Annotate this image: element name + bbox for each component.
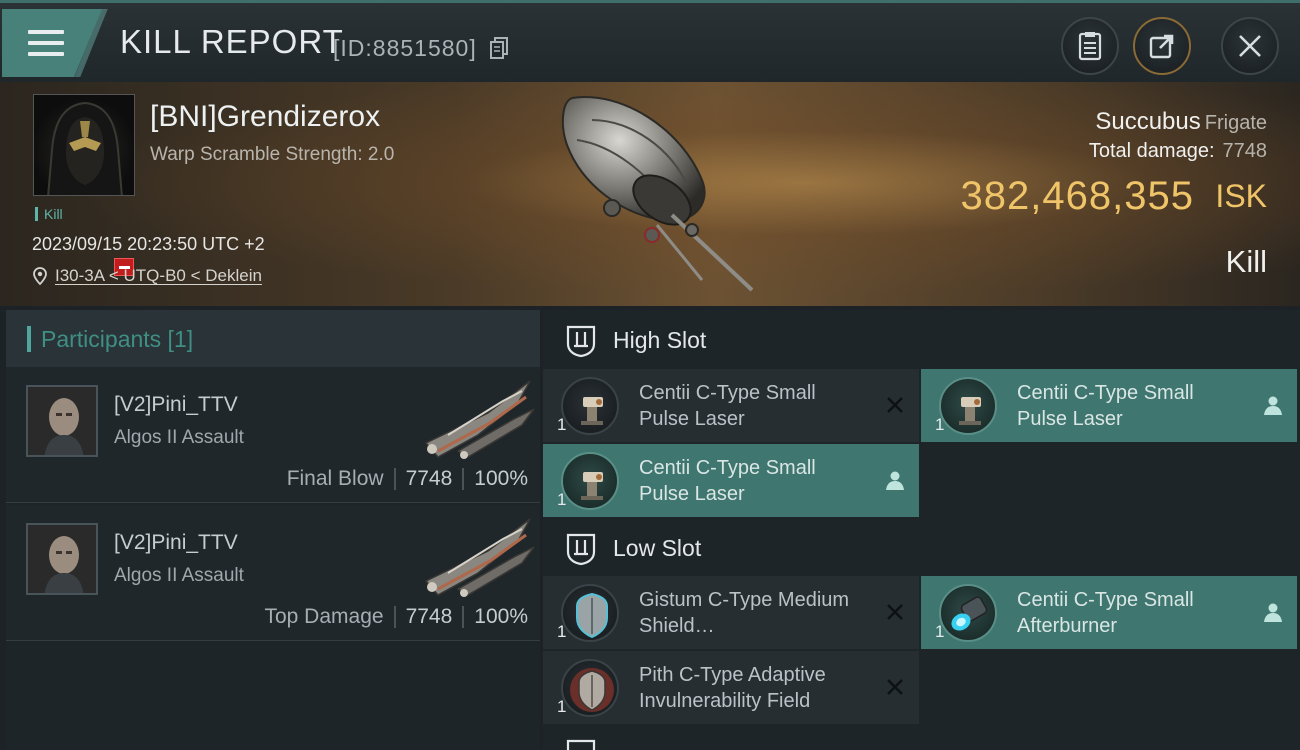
module-quantity: 1 [557, 415, 567, 434]
divider [393, 606, 396, 628]
clipboard-icon [1078, 32, 1102, 61]
total-damage-value: 7748 [1222, 140, 1268, 162]
participant-percent: 100% [474, 605, 528, 628]
total-damage: Total damage: 7748 [1089, 140, 1267, 163]
module-quantity: 1 [557, 490, 567, 509]
module-slot[interactable]: 1 Centii C-Type Small Pulse Laser [543, 369, 919, 442]
module-name: Pith C-Type Adaptive Invulnerability Fie… [639, 664, 826, 712]
accent-bar [27, 326, 31, 352]
participant-role: Top Damage [264, 605, 384, 628]
dropped-person-icon [1264, 396, 1282, 415]
page-title: KILL REPORT [120, 23, 344, 60]
participants-panel: Participants [1] [V2]Pini_TTV Algos II A… [6, 310, 540, 750]
afterburner-icon [939, 584, 997, 642]
copy-icon[interactable] [490, 37, 508, 59]
destroyed-x-icon [887, 604, 903, 620]
pulse-laser-icon [561, 452, 619, 510]
participant-name[interactable]: [V2]Pini_TTV [114, 531, 238, 555]
dropped-person-icon [886, 471, 904, 490]
close-button[interactable] [1221, 17, 1279, 75]
pilot-portrait-image [28, 387, 96, 455]
victim-ship[interactable]: Succubus Frigate [1095, 108, 1267, 136]
participant-stats: Final Blow 7748 100% [287, 467, 528, 491]
isk-value: 382,468,355 [960, 174, 1194, 218]
avatar[interactable] [26, 523, 98, 595]
avatar[interactable] [26, 385, 98, 457]
module-slot[interactable]: 1 Pith C-Type Adaptive Invulnerability F… [543, 651, 919, 724]
participant-ship-image [424, 380, 535, 459]
divider [462, 468, 465, 490]
participant-damage: 7748 [405, 467, 453, 490]
victim-avatar-image [47, 101, 123, 195]
pulse-laser-icon [939, 377, 997, 435]
high-slot-header: High Slot [543, 312, 1300, 369]
module-name: Centii C-Type Small Pulse Laser [639, 382, 816, 430]
destroyed-x-icon [887, 397, 903, 413]
warp-scramble-strength: Warp Scramble Strength: 2.0 [150, 144, 395, 165]
top-bar: KILL REPORT [ID:8851580] [0, 0, 1300, 82]
participant-damage: 7748 [405, 605, 453, 628]
divider [462, 606, 465, 628]
module-slot[interactable]: 1 Gistum C-Type Medium Shield… [543, 576, 919, 649]
participant-row[interactable]: [V2]Pini_TTV Algos II Assault Final Blow… [6, 367, 540, 503]
module-quantity: 1 [557, 697, 567, 716]
participant-ship: Algos II Assault [114, 565, 244, 586]
module-quantity: 1 [557, 622, 567, 641]
ship-name: Succubus [1095, 108, 1201, 135]
pulse-laser-icon [561, 377, 619, 435]
share-icon [1149, 34, 1174, 59]
participant-name[interactable]: [V2]Pini_TTV [114, 393, 238, 417]
participant-role: Final Blow [286, 467, 384, 490]
module-quantity: 1 [935, 622, 945, 641]
module-slot[interactable]: 1 Centii C-Type Small Pulse Laser [921, 369, 1297, 442]
high-slot-icon [566, 325, 596, 357]
pilot-portrait-image [28, 525, 96, 593]
participant-ship-image [424, 518, 535, 597]
module-slot[interactable]: 1 Centii C-Type Small Afterburner [921, 576, 1297, 649]
outcome-label: Kill [1225, 244, 1267, 279]
kill-timestamp: 2023/09/15 20:23:50 UTC +2 [32, 234, 265, 254]
module-quantity: 1 [935, 415, 945, 434]
victim-ship-image [561, 96, 754, 292]
participant-row[interactable]: [V2]Pini_TTV Algos II Assault Top Damage… [6, 505, 540, 641]
fitting-panel: High Slot 1 Centii C-Type Small Pulse La… [543, 310, 1300, 750]
high-slot-title: High Slot [613, 327, 707, 353]
participants-header: Participants [1] [6, 310, 540, 367]
divider [393, 468, 396, 490]
kill-location[interactable]: I30-3A < UTQ-B0 < Deklein [33, 266, 262, 286]
close-icon [1239, 35, 1261, 57]
report-id: [ID:8851580] [333, 35, 477, 61]
location-pin-icon [33, 267, 47, 285]
module-name: Gistum C-Type Medium Shield… [639, 589, 850, 637]
participant-stats: Top Damage 7748 100% [264, 605, 528, 629]
participants-count: Participants [1] [41, 326, 194, 352]
next-slot-header [543, 728, 1300, 750]
victim-summary: [BNI]Grendizerox Warp Scramble Strength:… [0, 82, 1300, 306]
low-slot-title: Low Slot [613, 535, 702, 561]
clipboard-button[interactable] [1061, 17, 1119, 75]
kill-tag: Kill [35, 206, 63, 222]
shield-extender-icon [561, 584, 619, 642]
low-slot-icon [566, 533, 596, 565]
share-button[interactable] [1133, 17, 1191, 75]
participant-percent: 100% [474, 467, 528, 490]
isk-unit: ISK [1215, 178, 1267, 214]
invulnerability-field-icon [561, 659, 619, 717]
mid-slot-icon [566, 739, 596, 750]
kill-tag-label: Kill [44, 206, 63, 222]
total-damage-label: Total damage: [1088, 140, 1215, 162]
destroyed-x-icon [887, 679, 903, 695]
dropped-person-icon [1264, 603, 1282, 622]
victim-name[interactable]: [BNI]Grendizerox [150, 100, 380, 134]
module-name: Centii C-Type Small Afterburner [1017, 589, 1194, 637]
hamburger-icon [28, 30, 64, 56]
low-slot-header: Low Slot [543, 520, 1300, 577]
participant-ship: Algos II Assault [114, 427, 244, 448]
module-name: Centii C-Type Small Pulse Laser [639, 457, 816, 505]
location-link[interactable]: I30-3A < UTQ-B0 < Deklein [55, 266, 262, 286]
ship-class: Frigate [1204, 112, 1267, 134]
module-name: Centii C-Type Small Pulse Laser [1017, 382, 1194, 430]
victim-portrait[interactable] [33, 94, 135, 196]
module-slot[interactable]: 1 Centii C-Type Small Pulse Laser [543, 444, 919, 517]
